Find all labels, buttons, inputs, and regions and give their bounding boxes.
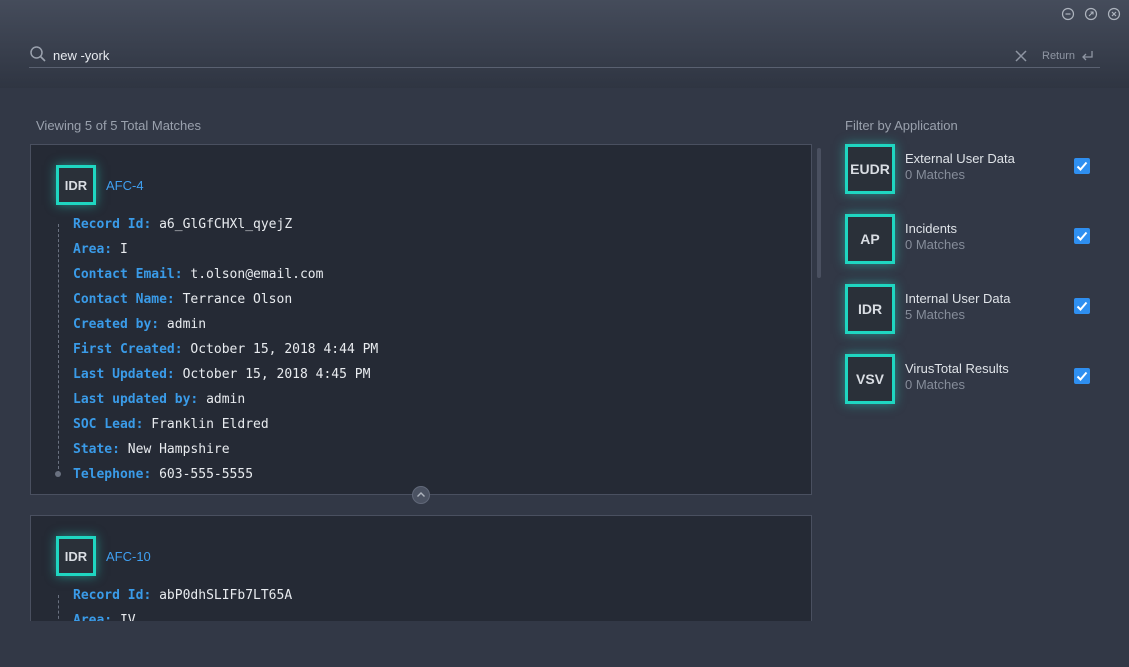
record-field: Telephone: 603-555-5555 — [73, 467, 254, 482]
record-field: Contact Email: t.olson@email.com — [73, 267, 324, 282]
filter-match-count: 0 Matches — [905, 237, 965, 252]
record-field: Last Updated: October 15, 2018 4:45 PM — [73, 367, 371, 382]
maximize-icon[interactable] — [1084, 7, 1098, 21]
app-badge: EUDR — [845, 144, 895, 194]
filter-checkbox[interactable] — [1074, 228, 1090, 244]
field-connector-line — [58, 224, 59, 474]
filter-match-count: 0 Matches — [905, 167, 965, 182]
results-summary: Viewing 5 of 5 Total Matches — [36, 118, 202, 133]
field-connector-line — [58, 595, 59, 621]
collapse-card-button[interactable] — [412, 486, 430, 504]
record-field: First Created: October 15, 2018 4:44 PM — [73, 342, 379, 357]
record-field: State: New Hampshire — [73, 442, 230, 457]
close-window-icon[interactable] — [1107, 7, 1121, 21]
app-badge: IDR — [56, 165, 96, 205]
app-badge: AP — [845, 214, 895, 264]
filter-checkbox[interactable] — [1074, 298, 1090, 314]
result-card-header: IDR AFC-4 — [56, 165, 144, 205]
filter-item-eudr[interactable]: EUDR External User Data 0 Matches — [845, 144, 1093, 196]
search-header: Return — [0, 0, 1129, 88]
search-icon — [30, 46, 46, 62]
return-arrow-icon — [1082, 51, 1093, 61]
return-label: Return — [1042, 50, 1076, 62]
record-field: Area: IV — [73, 613, 136, 621]
filter-item-vsv[interactable]: VSV VirusTotal Results 0 Matches — [845, 354, 1093, 406]
record-field: Record Id: abP0dhSLIFb7LT65A — [73, 588, 293, 603]
record-fields: Record Id: a6_GlGfCHXl_qyejZ Area: I Con… — [55, 212, 379, 487]
checkmark-icon — [1076, 301, 1088, 311]
record-field: Last updated by: admin — [73, 392, 246, 407]
checkmark-icon — [1076, 371, 1088, 381]
filter-item-ap[interactable]: AP Incidents 0 Matches — [845, 214, 1093, 266]
filter-match-count: 0 Matches — [905, 377, 965, 392]
filter-match-count: 5 Matches — [905, 307, 965, 322]
record-field: Created by: admin — [73, 317, 207, 332]
record-field: SOC Lead: Franklin Eldred — [73, 417, 269, 432]
record-field: Record Id: a6_GlGfCHXl_qyejZ — [73, 217, 293, 232]
filter-app-name: Incidents — [905, 221, 958, 236]
filter-title: Filter by Application — [845, 118, 958, 133]
record-field: Area: I — [73, 242, 128, 257]
filter-checkbox[interactable] — [1074, 158, 1090, 174]
clear-search-icon[interactable] — [1014, 49, 1028, 63]
result-card: IDR AFC-10 Record Id: abP0dhSLIFb7LT65A … — [30, 515, 812, 621]
filter-app-name: Internal User Data — [905, 291, 1011, 306]
filter-app-name: VirusTotal Results — [905, 361, 1009, 376]
results-list: IDR AFC-4 Record Id: a6_GlGfCHXl_qyejZ A… — [30, 144, 812, 621]
results-scrollbar[interactable] — [817, 148, 821, 278]
app-badge: IDR — [56, 536, 96, 576]
field-connector-dot — [55, 471, 61, 477]
filter-app-name: External User Data — [905, 151, 1015, 166]
checkmark-icon — [1076, 231, 1088, 241]
minimize-icon[interactable] — [1061, 7, 1075, 21]
record-field: Contact Name: Terrance Olson — [73, 292, 293, 307]
record-link[interactable]: AFC-4 — [106, 178, 144, 193]
filter-checkbox[interactable] — [1074, 368, 1090, 384]
app-badge: IDR — [845, 284, 895, 334]
search-input[interactable] — [53, 46, 953, 64]
record-link[interactable]: AFC-10 — [106, 549, 151, 564]
search-bar: Return — [29, 44, 1100, 68]
result-card-header: IDR AFC-10 — [56, 536, 151, 576]
filter-item-idr[interactable]: IDR Internal User Data 5 Matches — [845, 284, 1093, 336]
return-button[interactable]: Return — [1042, 48, 1094, 64]
record-fields: Record Id: abP0dhSLIFb7LT65A Area: IV — [58, 583, 293, 621]
checkmark-icon — [1076, 161, 1088, 171]
app-badge: VSV — [845, 354, 895, 404]
chevron-up-icon — [417, 492, 425, 497]
result-card: IDR AFC-4 Record Id: a6_GlGfCHXl_qyejZ A… — [30, 144, 812, 495]
window-controls — [1061, 7, 1121, 21]
